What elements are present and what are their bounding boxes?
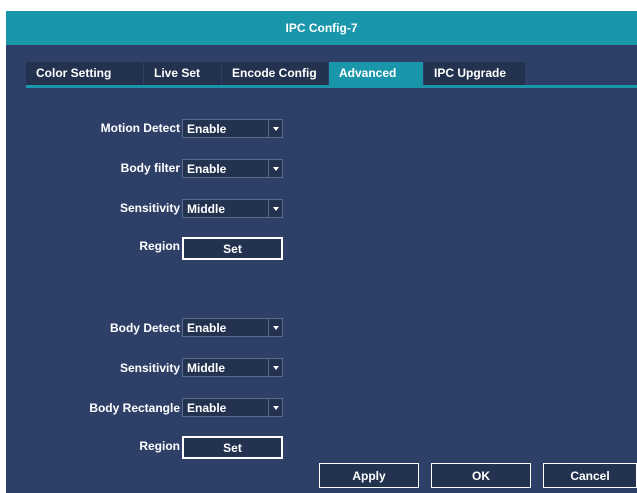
chevron-down-icon <box>268 399 282 416</box>
title-bar: IPC Config-7 <box>6 11 637 45</box>
apply-button[interactable]: Apply <box>319 463 419 488</box>
tab-ipc-upgrade[interactable]: IPC Upgrade <box>424 62 526 85</box>
motion-region-set-button[interactable]: Set <box>182 237 283 260</box>
motion-detect-select[interactable]: Enable <box>182 119 283 138</box>
body-rectangle-label: Body Rectangle <box>89 401 180 415</box>
body-rectangle-select[interactable]: Enable <box>182 398 283 417</box>
body-sensitivity-value: Middle <box>187 361 225 375</box>
body-detect-value: Enable <box>187 321 227 335</box>
motion-sensitivity-label: Sensitivity <box>119 201 180 215</box>
tab-live-set[interactable]: Live Set <box>144 62 222 85</box>
window-title: IPC Config-7 <box>285 21 358 35</box>
chevron-down-icon <box>268 319 282 336</box>
motion-detect-label: Motion Detect <box>100 121 180 135</box>
body-rectangle-value: Enable <box>187 401 227 415</box>
motion-sensitivity-value: Middle <box>187 202 225 216</box>
tab-underline <box>26 85 637 88</box>
tab-color-setting[interactable]: Color Setting <box>26 62 144 85</box>
motion-region-label: Region <box>139 239 180 253</box>
tab-encode-config[interactable]: Encode Config <box>222 62 329 85</box>
body-detect-label: Body Detect <box>109 321 180 335</box>
chevron-down-icon <box>268 200 282 217</box>
chevron-down-icon <box>268 160 282 177</box>
body-detect-select[interactable]: Enable <box>182 318 283 337</box>
body-region-set-button[interactable]: Set <box>182 436 283 459</box>
title-band <box>6 45 637 55</box>
body-sensitivity-select[interactable]: Middle <box>182 358 283 377</box>
tab-advanced[interactable]: Advanced <box>329 62 424 85</box>
cancel-button[interactable]: Cancel <box>543 463 637 488</box>
chevron-down-icon <box>268 120 282 137</box>
body-filter-value: Enable <box>187 162 227 176</box>
body-sensitivity-label: Sensitivity <box>119 361 180 375</box>
motion-sensitivity-select[interactable]: Middle <box>182 199 283 218</box>
body-filter-label: Body filter <box>120 161 180 175</box>
tab-bar: Color Setting Live Set Encode Config Adv… <box>26 62 526 85</box>
ok-button[interactable]: OK <box>431 463 531 488</box>
ipc-config-dialog: IPC Config-7 Color Setting Live Set Enco… <box>6 11 637 493</box>
body-filter-select[interactable]: Enable <box>182 159 283 178</box>
chevron-down-icon <box>268 359 282 376</box>
body-region-label: Region <box>139 439 180 453</box>
motion-detect-value: Enable <box>187 122 227 136</box>
